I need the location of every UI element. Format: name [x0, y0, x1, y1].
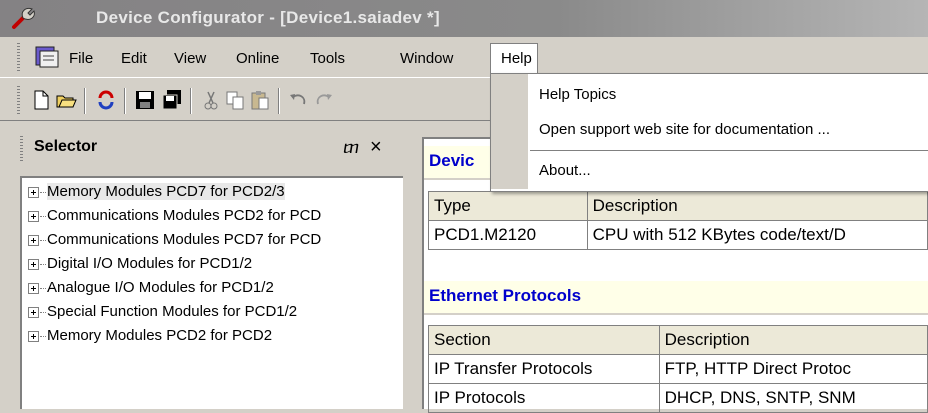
- expand-plus-icon[interactable]: [28, 307, 39, 318]
- cell-section: IP Transfer Protocols: [428, 354, 660, 384]
- toolbar-separator: [190, 88, 191, 114]
- menu-app-icon[interactable]: [34, 44, 60, 70]
- undo-icon[interactable]: [287, 89, 309, 111]
- toolbar-separator: [124, 88, 125, 114]
- open-icon[interactable]: [55, 89, 77, 111]
- table-row[interactable]: PCD1.M2120 CPU with 512 KBytes code/text…: [428, 220, 928, 250]
- column-header-section[interactable]: Section: [428, 325, 660, 355]
- column-header-description[interactable]: Description: [658, 325, 928, 355]
- cell-description: FTP, HTTP Direct Protoc: [658, 354, 928, 384]
- device-section-title: Devic: [429, 151, 475, 170]
- tree-node-label: Memory Modules PCD7 for PCD2/3: [47, 183, 285, 200]
- menu-online[interactable]: Online: [236, 50, 279, 67]
- save-icon[interactable]: [134, 89, 156, 111]
- table-row[interactable]: IP Protocols DHCP, DNS, SNTP, SNM: [428, 383, 928, 413]
- save-all-icon[interactable]: [161, 89, 183, 111]
- menu-window[interactable]: Window: [400, 50, 453, 67]
- menu-file[interactable]: File: [69, 50, 93, 67]
- ethernet-table: Section Description IP Transfer Protocol…: [428, 325, 928, 413]
- close-icon[interactable]: ×: [370, 136, 382, 159]
- expand-plus-icon[interactable]: [28, 259, 39, 270]
- tree-node-label: Communications Modules PCD2 for PCD: [47, 207, 322, 224]
- pin-icon[interactable]: ⴇ: [343, 138, 359, 158]
- tree-node-label: Analogue I/O Modules for PCD1/2: [47, 279, 274, 296]
- expand-plus-icon[interactable]: [28, 283, 39, 294]
- ethernet-section-header: Ethernet Protocols: [424, 281, 928, 315]
- menu-edit[interactable]: Edit: [121, 50, 147, 67]
- expand-plus-icon[interactable]: [28, 235, 39, 246]
- menu-separator: [530, 150, 928, 151]
- cell-section: IP Protocols: [428, 383, 660, 413]
- refresh-icon[interactable]: [95, 89, 117, 111]
- window-title: Device Configurator - [Device1.saiadev *…: [96, 8, 440, 27]
- cell-type: PCD1.M2120: [428, 220, 588, 250]
- tree-node-label: Communications Modules PCD7 for PCD: [47, 231, 322, 248]
- ethernet-section-title: Ethernet Protocols: [429, 286, 582, 305]
- app-wrench-icon[interactable]: [10, 5, 36, 31]
- menu-tools[interactable]: Tools: [310, 50, 345, 67]
- new-icon[interactable]: [30, 89, 52, 111]
- column-header-description[interactable]: Description: [586, 191, 928, 221]
- cell-description: CPU with 512 KBytes code/text/D: [586, 220, 928, 250]
- toolbar-grip[interactable]: [17, 86, 20, 114]
- expand-plus-icon[interactable]: [28, 331, 39, 342]
- menu-item-about[interactable]: About...: [539, 162, 591, 179]
- menu-help-label: Help: [501, 50, 532, 67]
- menu-item-help-topics[interactable]: Help Topics: [539, 86, 616, 103]
- cell-description: DHCP, DNS, SNTP, SNM: [658, 383, 928, 413]
- toolbar-separator: [84, 88, 85, 114]
- toolbar-separator: [278, 88, 279, 114]
- panel-grip[interactable]: [20, 136, 23, 162]
- table-row[interactable]: IP Transfer Protocols FTP, HTTP Direct P…: [428, 354, 928, 384]
- selector-title: Selector: [34, 138, 98, 155]
- expand-plus-icon[interactable]: [28, 187, 39, 198]
- menu-view[interactable]: View: [174, 50, 206, 67]
- cut-icon[interactable]: [200, 89, 222, 111]
- device-table: Type Description PCD1.M2120 CPU with 512…: [428, 191, 928, 250]
- menu-icon-gutter: [491, 74, 528, 189]
- redo-icon[interactable]: [313, 89, 335, 111]
- tree-node-label: Digital I/O Modules for PCD1/2: [47, 255, 253, 272]
- menubar-grip[interactable]: [17, 43, 20, 71]
- selector-tree: Memory Modules PCD7 for PCD2/3 Communica…: [20, 176, 403, 409]
- tree-node-label: Special Function Modules for PCD1/2: [47, 303, 298, 320]
- copy-icon[interactable]: [224, 89, 246, 111]
- expand-plus-icon[interactable]: [28, 211, 39, 222]
- tree-node-label: Memory Modules PCD2 for PCD2: [47, 327, 273, 344]
- menu-item-open-support-site[interactable]: Open support web site for documentation …: [539, 121, 830, 138]
- paste-icon[interactable]: [249, 89, 271, 111]
- column-header-type[interactable]: Type: [428, 191, 588, 221]
- menu-help[interactable]: Help: [490, 43, 538, 74]
